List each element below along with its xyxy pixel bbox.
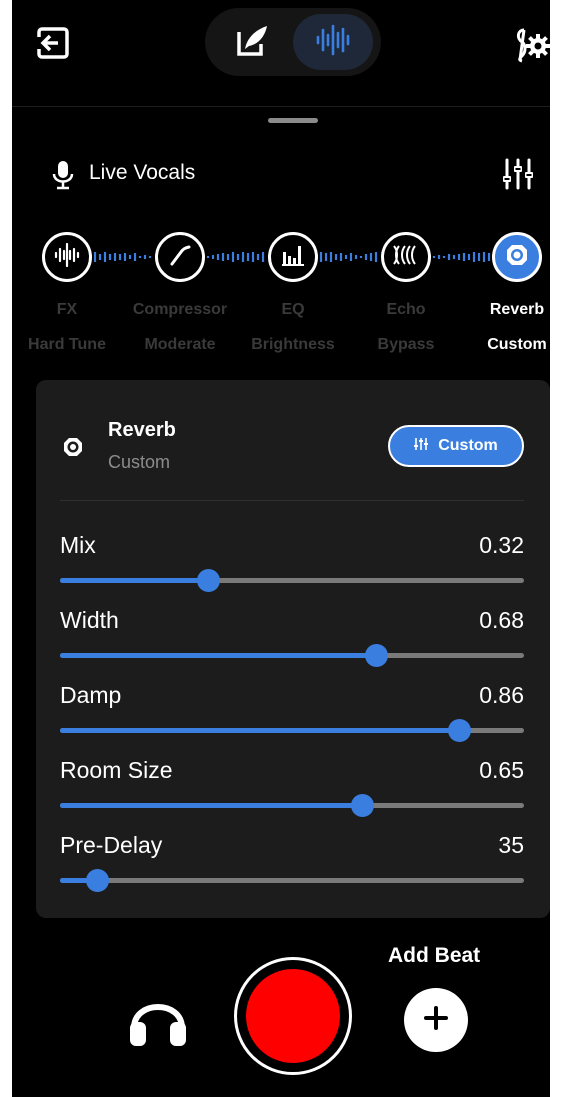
chain-node-fx[interactable]: [42, 232, 92, 282]
param-value: 35: [498, 832, 524, 858]
sliders-icon: [414, 437, 429, 456]
preset-button-label: Custom: [438, 437, 498, 454]
param-damp: Damp 0.86: [60, 682, 524, 742]
param-width: Width 0.68: [60, 607, 524, 667]
record-button[interactable]: [234, 957, 352, 1075]
chain-node-name: Reverb: [489, 301, 545, 318]
chain-node-eq[interactable]: [268, 232, 318, 282]
waveform-icon: [54, 242, 80, 272]
param-value: 0.86: [479, 682, 524, 708]
param-slider[interactable]: [60, 719, 524, 742]
chain-node-setting: Bypass: [377, 336, 435, 353]
panel-divider: [60, 500, 524, 501]
chain-node-name: Compressor: [132, 301, 228, 318]
param-name: Mix: [60, 532, 96, 558]
param-pre-delay: Pre-Delay 35: [60, 832, 524, 892]
param-value: 0.32: [479, 532, 524, 558]
param-value: 0.65: [479, 757, 524, 783]
slider-fill: [60, 728, 460, 733]
chain-link: [432, 252, 491, 262]
param-name: Width: [60, 607, 119, 633]
effect-title: Reverb: [108, 419, 176, 441]
slider-thumb[interactable]: [350, 794, 374, 817]
param-slider[interactable]: [60, 869, 524, 892]
chain-node-echo[interactable]: [381, 232, 431, 282]
chain-node-reverb[interactable]: [492, 232, 542, 282]
param-name: Room Size: [60, 757, 173, 783]
effect-preset-name: Custom: [108, 452, 171, 472]
param-name: Pre-Delay: [60, 832, 163, 858]
microphone-icon: [52, 160, 74, 190]
exit-icon[interactable]: [36, 26, 70, 60]
slider-fill: [60, 803, 362, 808]
chain-link: [319, 252, 378, 262]
slider-thumb[interactable]: [197, 569, 221, 592]
add-beat-label: Add Beat: [388, 944, 481, 967]
slider-thumb[interactable]: [448, 719, 472, 742]
param-room-size: Room Size 0.65: [60, 757, 524, 817]
chain-node-compressor[interactable]: [155, 232, 205, 282]
eq-bars-icon: [281, 244, 305, 271]
source-label[interactable]: Live Vocals: [89, 161, 195, 185]
mode-switch: [205, 8, 381, 76]
chain-link: [206, 252, 265, 262]
feather-pen-icon: [235, 22, 271, 63]
vocal-fx-mode-button[interactable]: [293, 14, 373, 70]
slider-fill: [60, 578, 209, 583]
param-slider[interactable]: [60, 569, 524, 592]
drag-handle[interactable]: [268, 118, 318, 123]
echo-icon: [391, 243, 421, 272]
music-settings-icon[interactable]: [512, 26, 550, 64]
chain-link: [93, 252, 152, 262]
curve-icon: [168, 243, 192, 272]
chain-node-setting: Moderate: [144, 336, 216, 353]
plus-icon: [424, 1005, 448, 1035]
header-divider: [12, 106, 550, 107]
chain-node-name: EQ: [281, 301, 305, 318]
chain-node-name: Echo: [386, 301, 426, 318]
lyrics-mode-button[interactable]: [213, 14, 293, 70]
add-beat-button[interactable]: [404, 988, 468, 1052]
record-indicator: [246, 969, 340, 1063]
param-name: Damp: [60, 682, 122, 708]
slider-thumb[interactable]: [364, 644, 388, 667]
chain-node-name: FX: [56, 301, 78, 318]
reverb-icon: [63, 437, 83, 457]
param-slider[interactable]: [60, 794, 524, 817]
param-mix: Mix 0.32: [60, 532, 524, 592]
chain-node-setting: Brightness: [251, 336, 335, 353]
sliders-icon[interactable]: [502, 158, 534, 190]
slider-thumb[interactable]: [86, 869, 110, 892]
param-slider[interactable]: [60, 644, 524, 667]
app-screen: Live Vocals FX Hard Tune Compressor Mode…: [12, 0, 550, 1097]
chain-node-setting: Custom: [487, 336, 547, 353]
chain-node-setting: Hard Tune: [28, 336, 106, 353]
waveform-icon: [315, 24, 351, 61]
slider-fill: [60, 653, 376, 658]
reverb-icon: [506, 244, 528, 271]
effect-panel: Reverb Custom Custom Mix 0.32 Width 0.68…: [36, 380, 550, 918]
headphones-icon[interactable]: [128, 992, 188, 1048]
param-value: 0.68: [479, 607, 524, 633]
preset-button[interactable]: Custom: [388, 425, 524, 467]
